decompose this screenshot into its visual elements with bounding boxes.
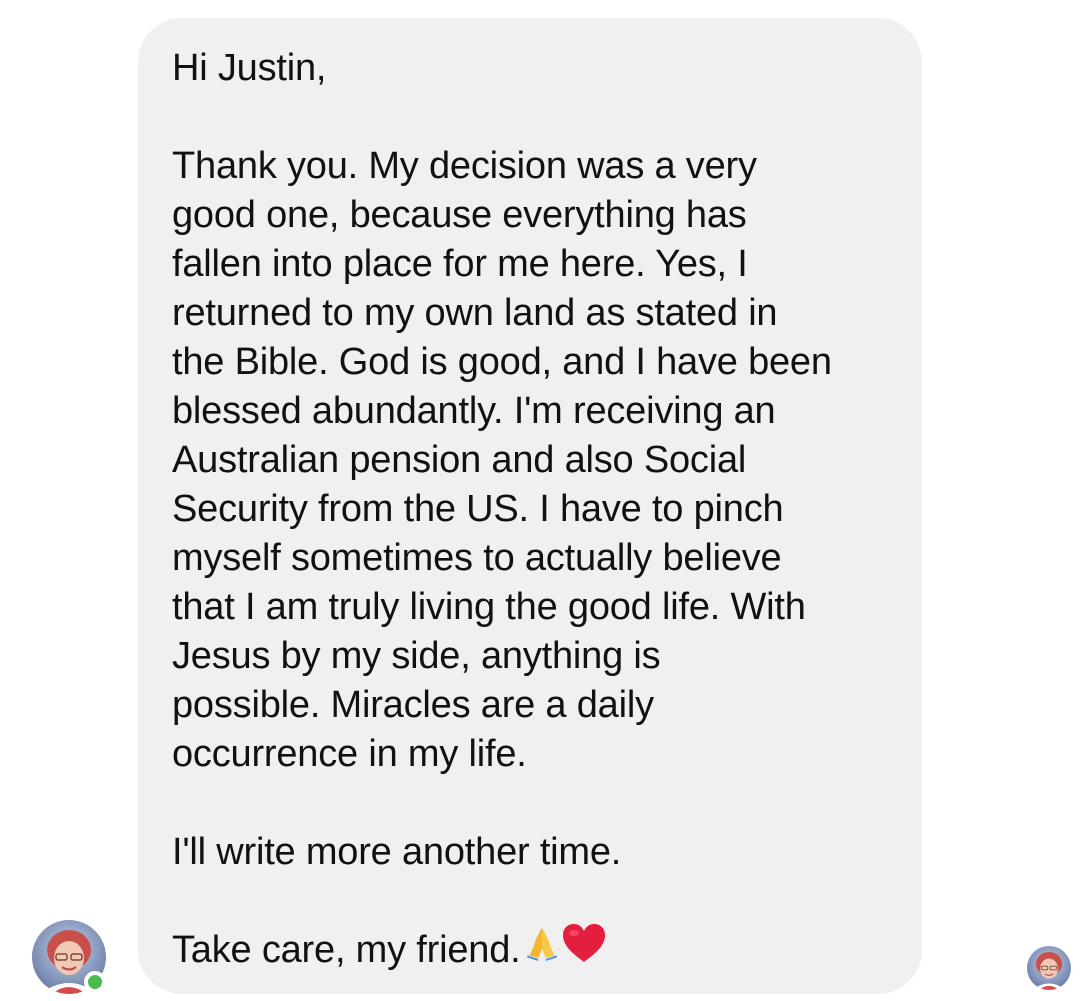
message-line: the Bible. God is good, and I have been (172, 341, 832, 383)
message-line: Australian pension and also Social (172, 439, 747, 481)
heart-icon (561, 922, 607, 976)
message-line: occurrence in my life. (172, 733, 527, 775)
message-line: myself sometimes to actually believe (172, 537, 782, 579)
message-greeting: Hi Justin, (172, 47, 327, 89)
message-line: Security from the US. I have to pinch (172, 488, 784, 530)
message-line: blessed abundantly. I'm receiving an (172, 390, 776, 432)
message-closing-line: I'll write more another time. (172, 831, 622, 873)
message-signoff: Take care, my friend. (172, 929, 521, 971)
message-line: possible. Miracles are a daily (172, 684, 654, 726)
read-receipt-avatar (1027, 946, 1071, 990)
message-line: Thank you. My decision was a very (172, 145, 757, 187)
message-bubble[interactable]: Hi Justin, Thank you. My decision was a … (138, 18, 922, 994)
message-line: Jesus by my side, anything is (172, 635, 661, 677)
online-dot-icon (84, 971, 106, 993)
message-signoff-line: Take care, my friend. (172, 923, 902, 976)
message-line: good one, because everything has (172, 194, 747, 236)
message-line: that I am truly living the good life. Wi… (172, 586, 806, 628)
message-line: returned to my own land as stated in (172, 292, 778, 334)
praying-hands-icon (523, 924, 561, 974)
message-line: fallen into place for me here. Yes, I (172, 243, 748, 285)
chat-screen: Hi Justin, Thank you. My decision was a … (0, 0, 1080, 1001)
